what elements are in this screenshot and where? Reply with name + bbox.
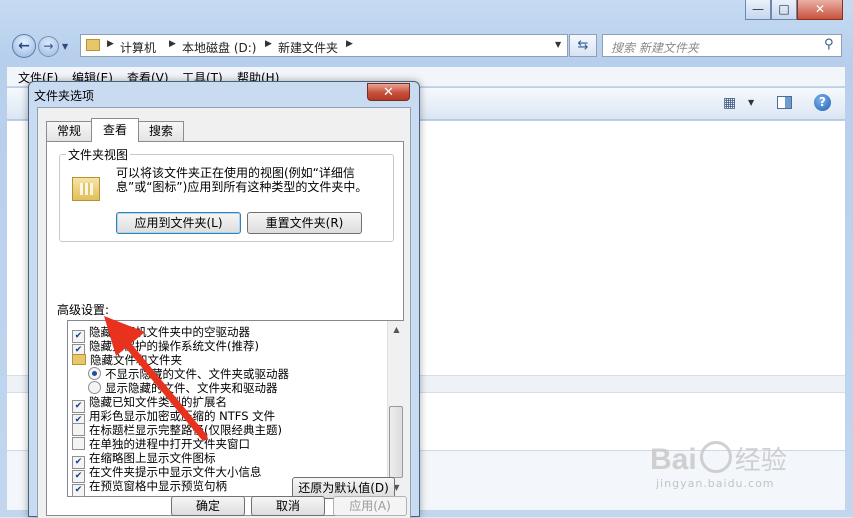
paw-icon: [699, 441, 732, 473]
arrow-head: [104, 316, 145, 356]
tab-view[interactable]: 查看: [91, 118, 139, 142]
watermark-brand-tail: 经验: [734, 446, 787, 476]
watermark-brand: Bai: [650, 443, 697, 476]
baidu-watermark: Bai 经验 jingyan.baidu.com: [650, 440, 787, 490]
arrow-shaft: [118, 334, 208, 441]
watermark-site: jingyan.baidu.com: [656, 477, 775, 490]
